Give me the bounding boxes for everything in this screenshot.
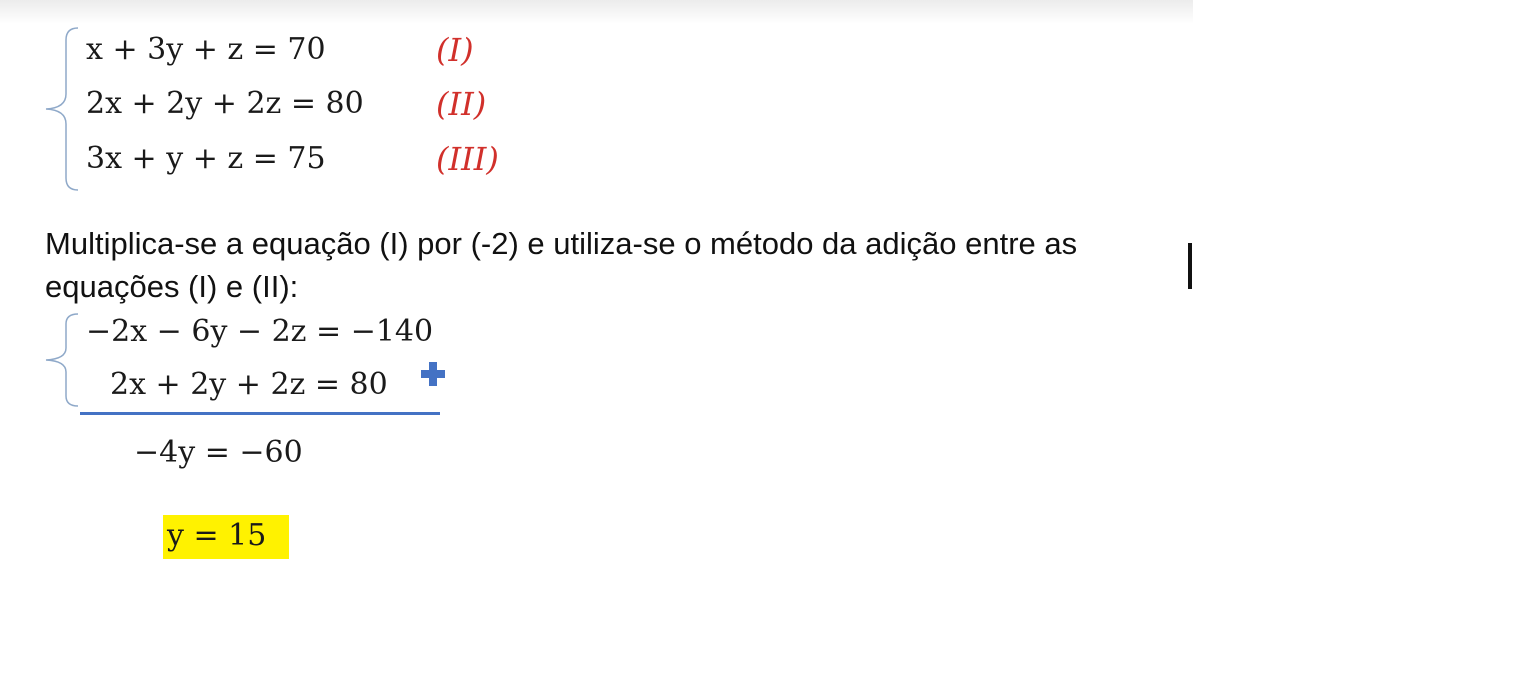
brace-system-2 xyxy=(45,313,79,407)
top-shadow xyxy=(0,0,1193,24)
plus-icon xyxy=(421,362,445,386)
system1-equation-1: x + 3y + z = 70 xyxy=(86,32,326,67)
instruction-text: Multiplica-se a equação (I) por (-2) e u… xyxy=(45,226,1078,304)
system1-equation-3: 3x + y + z = 75 xyxy=(86,141,326,176)
sum-line xyxy=(80,412,440,415)
system2-equation-2: 2x + 2y + 2z = 80 xyxy=(110,367,388,402)
system2-equation-1: −2x − 6y − 2z = −140 xyxy=(86,314,434,349)
equation-label-2: (II) xyxy=(436,85,487,123)
answer-equation: y = 15 xyxy=(167,518,267,553)
text-cursor xyxy=(1188,243,1192,289)
equation-label-1: (I) xyxy=(436,31,474,69)
equation-label-3: (III) xyxy=(436,140,499,178)
system1-equation-2: 2x + 2y + 2z = 80 xyxy=(86,86,364,121)
result-equation: −4y = −60 xyxy=(134,435,303,470)
brace-system-1 xyxy=(45,27,79,191)
